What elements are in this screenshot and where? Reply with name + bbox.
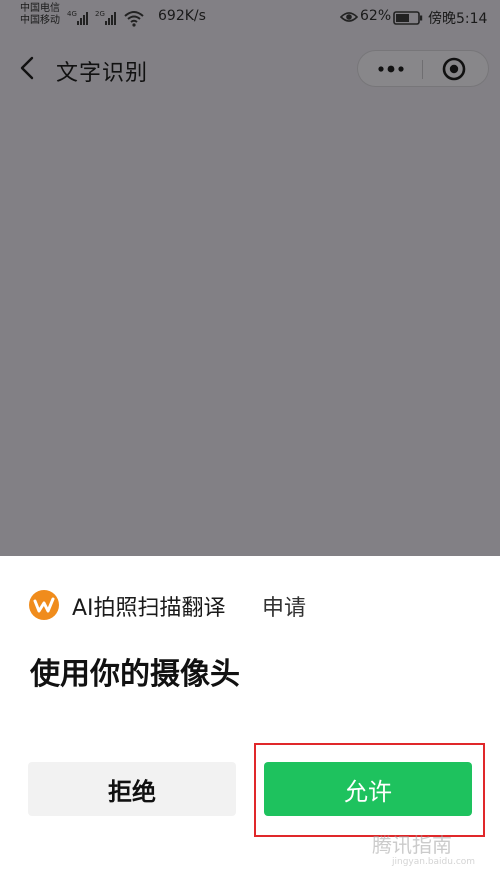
permission-title: 使用你的摄像头 [30,657,240,692]
network-speed: 692K/s [158,8,206,24]
watermark: 腾讯指南 [372,833,452,857]
capsule-divider [422,60,423,79]
carrier-2: 中国移动 [20,15,60,26]
carrier-info: 中国电信 中国移动 [20,3,60,27]
close-target-icon[interactable] [442,57,466,81]
signal-icon: 4G 2G [67,10,144,27]
more-dots-icon[interactable] [373,59,409,79]
signal-2-label: 2G [95,10,105,18]
carrier-1: 中国电信 [20,3,60,14]
mini-program-capsule [357,50,489,87]
deny-button[interactable]: 拒绝 [28,762,236,816]
back-arrow-icon[interactable] [16,54,40,82]
page-title: 文字识别 [56,61,149,86]
highlight-annotation [254,743,485,837]
eye-icon [340,12,358,22]
battery-percent: 62% [360,8,392,24]
wifi-icon [124,11,144,23]
signal-1-label: 4G [67,10,77,18]
status-bar: 中国电信 中国移动 4G 2G 692K/s 62% 傍晚5:14 [0,0,500,36]
nav-bar: 文字识别 [0,42,500,94]
app-name: AI拍照扫描翻译 [72,596,226,621]
app-logo-icon [29,590,59,620]
clock: 傍晚5:14 [428,11,488,27]
battery-icon [393,11,423,25]
request-word: 申请 [262,596,307,621]
watermark-url: jingyan.baidu.com [392,857,476,867]
